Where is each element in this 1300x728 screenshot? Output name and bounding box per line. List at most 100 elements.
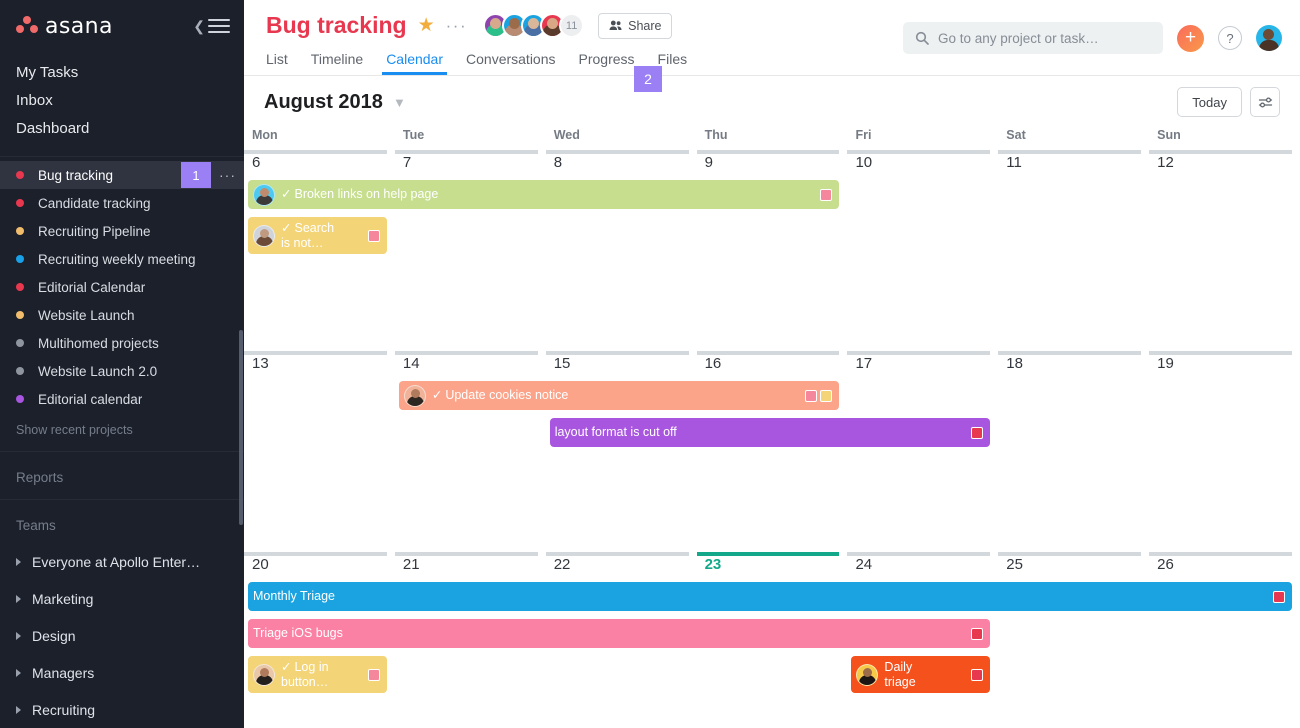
calendar-event[interactable]: Dailytriage: [851, 656, 990, 693]
event-tag-chip[interactable]: [820, 390, 832, 402]
sidebar-project-website-launch[interactable]: Website Launch: [0, 301, 244, 329]
asana-logo[interactable]: asana: [16, 14, 113, 39]
calendar-day-cell[interactable]: 18: [998, 351, 1149, 381]
calendar-event-title-line: ✓Broken links on help page: [281, 187, 815, 201]
triangle-right-icon: [16, 669, 21, 677]
calendar-day-cell[interactable]: 7: [395, 150, 546, 180]
weekday-header-tue: Tue: [395, 128, 546, 150]
calendar-event[interactable]: ✓Update cookies notice: [399, 381, 840, 410]
event-tag-chips: [363, 230, 380, 242]
sidebar-project-recruiting-weekly-meeting[interactable]: Recruiting weekly meeting: [0, 245, 244, 273]
sidebar-project-label: Multihomed projects: [38, 336, 159, 351]
chevron-down-icon[interactable]: ▼: [393, 95, 406, 110]
calendar-event[interactable]: ✓Searchis not…: [248, 217, 387, 254]
calendar-event[interactable]: ✓Log inbutton…: [248, 656, 387, 693]
calendar-day-cell[interactable]: 14: [395, 351, 546, 381]
calendar-day-cell[interactable]: 17: [847, 351, 998, 381]
calendar-day-number: 14: [403, 355, 546, 372]
sidebar-team-recruiting[interactable]: Recruiting: [0, 691, 244, 728]
calendar-day-cell[interactable]: 11: [998, 150, 1149, 180]
project-color-dot: [16, 283, 24, 291]
calendar-settings-button[interactable]: [1250, 87, 1280, 117]
calendar-events-layer: ✓Update cookies notice layout format is c…: [244, 381, 1300, 552]
calendar-day-number: 15: [554, 355, 697, 372]
event-tag-chip[interactable]: [971, 628, 983, 640]
sidebar-project-website-launch-2-0[interactable]: Website Launch 2.0: [0, 357, 244, 385]
asana-app: asana ❮ My Tasks Inbox Dashboard Bug tra…: [0, 0, 1300, 728]
tab-list[interactable]: List: [266, 42, 288, 75]
calendar-day-cell[interactable]: 22: [546, 552, 697, 582]
calendar-event[interactable]: Monthly Triage: [248, 582, 1292, 611]
sidebar-project-recruiting-pipeline[interactable]: Recruiting Pipeline: [0, 217, 244, 245]
project-color-dot: [16, 171, 24, 179]
sidebar-item-my-tasks[interactable]: My Tasks: [0, 58, 244, 86]
calendar-event-title-line: ✓Log in: [281, 660, 363, 674]
member-avatar-group[interactable]: 11: [483, 13, 584, 38]
event-tag-chips: [966, 628, 983, 640]
calendar-events-layer: ✓Broken links on help page ✓Searchis not…: [244, 180, 1300, 351]
help-icon[interactable]: ?: [1218, 26, 1242, 50]
today-button[interactable]: Today: [1177, 87, 1242, 117]
sidebar-team-everyone-at-apollo-enter-[interactable]: Everyone at Apollo Enter…: [0, 543, 244, 580]
tab-progress[interactable]: Progress: [579, 42, 635, 75]
sidebar-project-editorial-calendar[interactable]: Editorial Calendar: [0, 273, 244, 301]
calendar-day-cell[interactable]: 15: [546, 351, 697, 381]
calendar-week-row: 6789101112 ✓Broken links on help page ✓Sea…: [244, 150, 1300, 351]
event-tag-chip[interactable]: [368, 669, 380, 681]
event-tag-chip[interactable]: [368, 230, 380, 242]
sidebar-team-managers[interactable]: Managers: [0, 654, 244, 691]
calendar-day-cell[interactable]: 20: [244, 552, 395, 582]
calendar-day-cell[interactable]: 19: [1149, 351, 1300, 381]
event-tag-chip[interactable]: [971, 669, 983, 681]
tab-timeline[interactable]: Timeline: [311, 42, 363, 75]
calendar-day-cell[interactable]: 26: [1149, 552, 1300, 582]
event-tag-chip[interactable]: [1273, 591, 1285, 603]
event-tag-chip[interactable]: [820, 189, 832, 201]
sidebar-team-design[interactable]: Design: [0, 617, 244, 654]
calendar-event[interactable]: ✓Broken links on help page: [248, 180, 839, 209]
calendar-day-cell[interactable]: 6: [244, 150, 395, 180]
calendar-day-cell[interactable]: 13: [244, 351, 395, 381]
star-icon[interactable]: ★: [418, 14, 435, 37]
calendar-day-cell[interactable]: 23: [697, 552, 848, 582]
sidebar-project-candidate-tracking[interactable]: Candidate tracking: [0, 189, 244, 217]
event-tag-chip[interactable]: [805, 390, 817, 402]
search-placeholder: Go to any project or task…: [938, 31, 1099, 46]
calendar-day-number: 16: [705, 355, 848, 372]
sidebar-scrollbar[interactable]: [239, 330, 243, 525]
calendar-day-cell[interactable]: 25: [998, 552, 1149, 582]
sidebar-project-editorial-calendar[interactable]: Editorial calendar: [0, 385, 244, 413]
check-icon: ✓: [281, 660, 291, 674]
tab-calendar[interactable]: Calendar: [386, 42, 443, 75]
sidebar-collapse-button[interactable]: ❮: [193, 15, 230, 37]
calendar-event-title: layout format is cut off: [555, 425, 967, 439]
sidebar-item-label: Inbox: [16, 92, 53, 109]
project-more-icon[interactable]: ···: [446, 16, 467, 36]
sidebar-project-menu-icon[interactable]: ···: [219, 167, 236, 183]
calendar-day-cell[interactable]: 16: [697, 351, 848, 381]
calendar-day-cell[interactable]: 10: [847, 150, 998, 180]
calendar-event[interactable]: Triage iOS bugs: [248, 619, 990, 648]
sidebar-project-bug-tracking[interactable]: Bug tracking1···: [0, 161, 244, 189]
sidebar-show-recent-projects[interactable]: Show recent projects: [0, 413, 244, 447]
search-input[interactable]: Go to any project or task…: [903, 22, 1163, 54]
share-button-label: Share: [628, 19, 661, 33]
event-tag-chip[interactable]: [971, 427, 983, 439]
calendar-day-cell[interactable]: 12: [1149, 150, 1300, 180]
share-button[interactable]: Share: [598, 13, 672, 39]
sidebar-team-marketing[interactable]: Marketing: [0, 580, 244, 617]
user-avatar[interactable]: [1256, 25, 1282, 51]
calendar-day-cell[interactable]: 9: [697, 150, 848, 180]
member-count-badge[interactable]: 11: [559, 13, 584, 38]
plus-icon[interactable]: +: [1177, 25, 1204, 52]
sidebar-item-inbox[interactable]: Inbox: [0, 86, 244, 114]
calendar-event[interactable]: layout format is cut off: [550, 418, 991, 447]
sidebar-item-dashboard[interactable]: Dashboard: [0, 114, 244, 142]
tab-conversations[interactable]: Conversations: [466, 42, 556, 75]
calendar-day-cell[interactable]: 24: [847, 552, 998, 582]
sidebar-project-label: Editorial Calendar: [38, 280, 145, 295]
hamburger-icon: [208, 15, 230, 37]
sidebar-project-multihomed-projects[interactable]: Multihomed projects: [0, 329, 244, 357]
calendar-day-cell[interactable]: 8: [546, 150, 697, 180]
calendar-day-cell[interactable]: 21: [395, 552, 546, 582]
